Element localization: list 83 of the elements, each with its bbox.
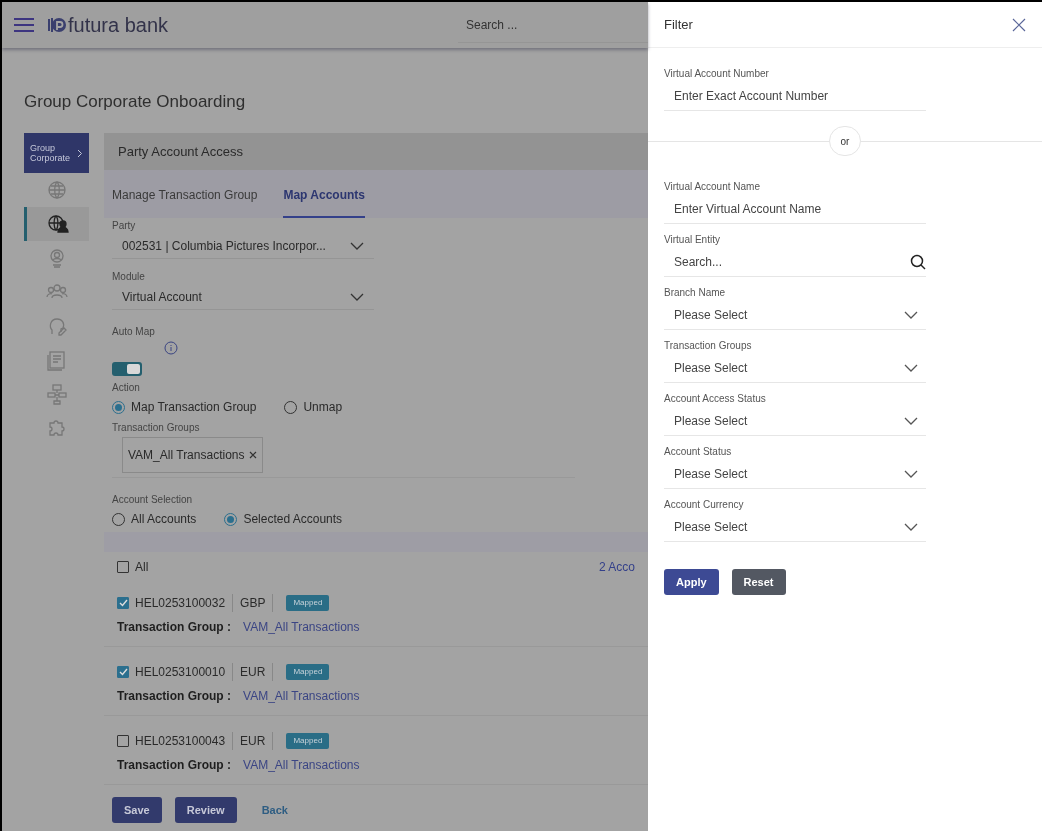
radio-option[interactable]: Map Transaction Group (112, 398, 257, 416)
status-badge: Mapped (286, 664, 330, 680)
field-label: Account Access Status (664, 392, 767, 406)
status-badge: Mapped (286, 733, 330, 749)
action-button[interactable]: Save (112, 797, 162, 823)
account-number: HEL0253100043 (135, 732, 234, 750)
globe-person-icon (47, 213, 69, 235)
auto-map-toggle[interactable] (112, 362, 142, 376)
status-badge: Mapped (286, 595, 330, 611)
field-label: Virtual Entity (664, 233, 721, 247)
module-dropdown[interactable]: Virtual Account (112, 284, 374, 310)
search-icon[interactable] (910, 253, 926, 270)
checkbox[interactable] (117, 597, 129, 609)
account-number: HEL0253100010 (135, 663, 234, 681)
chevron-down-icon (350, 292, 364, 301)
tab[interactable]: Map Accounts (283, 186, 365, 218)
field-label: Transaction Groups (112, 421, 201, 435)
group-link[interactable]: VAM_All Transactions (243, 618, 360, 636)
select-field[interactable]: Please Select (664, 300, 926, 330)
field-label: Module (112, 270, 146, 284)
chevron-down-icon (904, 416, 918, 425)
checkbox-label: All (135, 559, 149, 576)
checkbox[interactable] (117, 561, 129, 573)
page-title: Group Corporate Onboarding (24, 91, 247, 113)
chip-label: VAM_All Transactions (128, 447, 245, 464)
search-field[interactable]: Search... (664, 247, 926, 277)
group-label: Transaction Group : (117, 619, 231, 636)
field-label: Auto Map (112, 325, 156, 339)
group-label: Transaction Group : (117, 757, 231, 774)
info-icon[interactable] (164, 341, 178, 355)
filter-title: Filter (664, 15, 693, 34)
globe-icon (45, 179, 68, 201)
flowchart-icon (45, 383, 68, 405)
select-field[interactable]: Please Select (664, 512, 926, 542)
group-label: Transaction Group : (117, 688, 231, 705)
currency: EUR (233, 732, 274, 750)
input-field[interactable]: Enter Exact Account Number (664, 81, 926, 111)
field-label: Account Selection (112, 493, 194, 507)
group-link[interactable]: VAM_All Transactions (243, 756, 360, 774)
close-icon[interactable] (1012, 17, 1026, 32)
account-count: 2 Acco (598, 559, 635, 576)
account-number: HEL0253100032 (135, 594, 234, 612)
field-label: Virtual Account Name (664, 180, 761, 194)
radio-option[interactable]: All Accounts (112, 510, 197, 528)
tab[interactable]: Manage Transaction Group (112, 186, 258, 218)
chevron-down-icon (904, 469, 918, 478)
menu-icon[interactable] (14, 17, 34, 33)
chevron-down-icon (904, 310, 918, 319)
sidebar-item[interactable] (24, 207, 89, 241)
select-field[interactable]: Please Select (664, 459, 926, 489)
group-link[interactable]: VAM_All Transactions (243, 687, 360, 705)
close-icon[interactable] (248, 451, 257, 459)
checkbox[interactable] (117, 666, 129, 678)
action-button[interactable]: Review (174, 797, 237, 823)
panel-title: Party Account Access (118, 142, 243, 161)
field-label: Account Currency (664, 498, 745, 512)
party-dropdown[interactable]: 002531 | Columbia Pictures Incorpor... (112, 233, 374, 259)
chip-field[interactable]: VAM_All Transactions (122, 437, 263, 473)
checkbox[interactable] (117, 735, 129, 747)
select-field[interactable]: Please Select (664, 353, 926, 383)
select-field[interactable]: Please Select (664, 406, 926, 436)
brand-name: futura bank (68, 13, 169, 38)
currency: GBP (233, 594, 274, 612)
field-label: Transaction Groups (664, 339, 753, 353)
radio-option[interactable]: Unmap (284, 398, 343, 416)
document-icon (45, 349, 68, 371)
chevron-down-icon (904, 363, 918, 372)
field-label: Party (112, 219, 137, 233)
field-label: Action (112, 381, 141, 395)
field-label: Virtual Account Number (664, 67, 770, 81)
logo-icon (46, 16, 66, 34)
field-label: Account Status (664, 445, 733, 459)
field-label: Branch Name (664, 286, 727, 300)
chevron-down-icon (350, 241, 364, 250)
reset-button[interactable]: Reset (731, 569, 786, 595)
or-separator: or (829, 126, 861, 156)
apply-button[interactable]: Apply (664, 569, 719, 595)
input-field[interactable]: Enter Virtual Account Name (664, 194, 926, 224)
chevron-right-icon (77, 148, 83, 158)
radio-option[interactable]: Selected Accounts (224, 510, 343, 528)
currency: EUR (233, 663, 274, 681)
chevron-down-icon (904, 522, 918, 531)
sidebar-section-button[interactable]: Group Corporate (24, 133, 89, 173)
